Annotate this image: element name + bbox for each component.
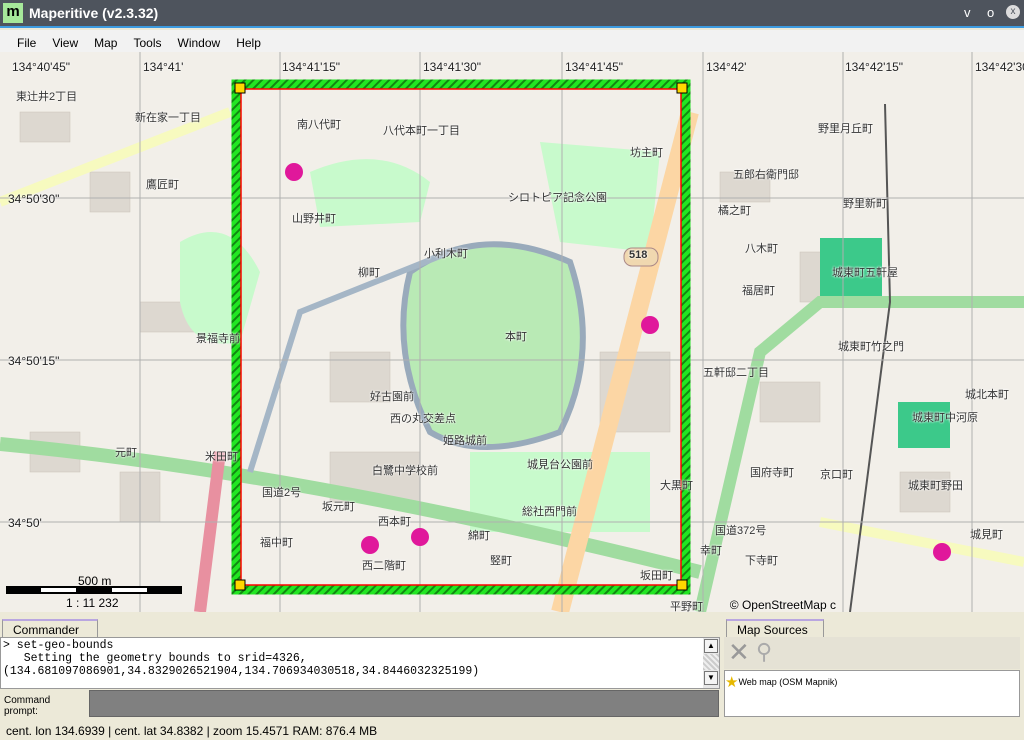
app-icon: m (3, 3, 23, 23)
menu-map[interactable]: Map (94, 36, 117, 50)
attribution[interactable]: © OpenStreetMap c (730, 598, 836, 612)
place-label: 鷹匠町 (146, 179, 179, 191)
place-label: 橘之町 (718, 205, 751, 217)
maximize-button[interactable]: o (987, 5, 994, 20)
commander-scrollbar[interactable]: ▲ ▼ (703, 638, 719, 688)
place-label: 城東町野田 (908, 480, 963, 492)
command-prompt-label: Command prompt: (0, 690, 88, 717)
place-label: 山野井町 (292, 213, 336, 225)
command-prompt-input[interactable] (89, 690, 719, 717)
scroll-up-button[interactable]: ▲ (704, 639, 718, 653)
scale-ratio: 1 : 11 232 (66, 596, 119, 610)
place-label: 綿町 (468, 530, 490, 542)
place-label: 本町 (505, 331, 527, 343)
place-label: 東辻井2丁目 (16, 91, 78, 103)
tab-map-sources[interactable]: Map Sources (726, 619, 824, 637)
window-title: Maperitive (v2.3.32) (29, 5, 159, 21)
lon-label: 134°42' (706, 60, 747, 74)
place-label: 国道2号 (262, 487, 302, 499)
place-label: 坊主町 (630, 147, 663, 159)
place-label: 幸町 (700, 545, 722, 557)
place-label: 好古園前 (370, 391, 414, 403)
place-label: 南八代町 (297, 119, 341, 131)
place-label: 米田町 (205, 451, 238, 463)
lat-label: 34°50'30" (8, 192, 60, 206)
lon-label: 134°41'15" (282, 60, 341, 74)
place-label: 坂元町 (322, 501, 355, 513)
place-label: 城見町 (970, 529, 1003, 541)
scroll-down-button[interactable]: ▼ (704, 671, 718, 685)
lon-label: 134°42'30" (975, 60, 1024, 74)
place-label: 坂田町 (640, 570, 673, 582)
commander-output: > set-geo-bounds Setting the geometry bo… (0, 637, 720, 689)
map-sources-list: ★ Web map (OSM Mapnik) (724, 670, 1020, 717)
place-label: 野里月丘町 (818, 123, 873, 135)
place-label: シロトピア記念公園 (508, 192, 607, 204)
menu-tools[interactable]: Tools (133, 36, 161, 50)
place-label: 小利木町 (424, 248, 468, 260)
place-label: 元町 (115, 447, 137, 459)
remove-icon[interactable]: ✕ (728, 637, 750, 668)
place-label: 西二階町 (362, 560, 406, 572)
output-line: > set-geo-bounds (3, 639, 114, 652)
lon-label: 134°41'45" (565, 60, 624, 74)
place-label: 平野町 (670, 601, 703, 612)
menu-help[interactable]: Help (236, 36, 261, 50)
place-label: 野里新町 (843, 198, 887, 210)
menu-view[interactable]: View (52, 36, 78, 50)
route-shield-label: 518 (629, 249, 648, 261)
close-button[interactable]: x (1006, 5, 1020, 19)
menu-bar: File View Map Tools Window Help (0, 30, 1024, 52)
lat-label: 34°50'15" (8, 354, 60, 368)
lon-label: 134°41'30" (423, 60, 482, 74)
place-label: 白鷺中学校前 (372, 465, 438, 477)
place-label: 八代本町一丁目 (383, 125, 460, 137)
place-label: 福中町 (260, 537, 293, 549)
zoom-icon[interactable]: ⚲ (756, 639, 772, 665)
place-label: 城北本町 (965, 389, 1009, 401)
place-label: 国府寺町 (750, 467, 794, 479)
scale-bar: 500 m 1 : 11 232 (6, 574, 182, 610)
place-label: 八木町 (745, 243, 778, 255)
park-area (180, 232, 260, 344)
place-label: 柳町 (358, 267, 380, 279)
title-bar: m Maperitive (v2.3.32) v o x (0, 0, 1024, 28)
star-icon: ★ (725, 674, 739, 691)
place-label: 姫路城前 (443, 435, 487, 447)
place-label: 五郎右衛門邸 (733, 169, 799, 181)
place-label: 城東町中河原 (912, 412, 978, 424)
place-label: 城見台公園前 (527, 459, 593, 471)
place-label: 景福寺前 (196, 333, 240, 345)
output-line: (134.681097086901,34.8329026521904,134.7… (3, 665, 480, 678)
place-label: 西本町 (378, 516, 411, 528)
map-sources-toolbar: ✕ ⚲ (724, 637, 1020, 669)
place-label: 五軒邸二丁目 (703, 367, 769, 379)
place-label: 城東町竹之門 (838, 341, 904, 353)
map-view[interactable]: 518 134°40'45" 134°41' 134°41'15" 134°41… (0, 52, 1024, 612)
lon-label: 134°42'15" (845, 60, 904, 74)
output-line: Setting the geometry bounds to srid=4326… (3, 652, 307, 665)
map-source-item[interactable]: ★ Web map (OSM Mapnik) (725, 673, 1019, 691)
tab-commander[interactable]: Commander (2, 619, 98, 637)
place-label: 京口町 (820, 469, 853, 481)
place-label: 新在家一丁目 (135, 112, 201, 124)
status-bar: cent. lon 134.6939 | cent. lat 34.8382 |… (6, 724, 378, 738)
minimize-button[interactable]: v (964, 5, 971, 20)
place-label: 国道372号 (715, 525, 767, 537)
place-label: 城東町五軒屋 (832, 267, 898, 279)
place-label: 竪町 (490, 555, 512, 567)
place-label: 下寺町 (745, 555, 778, 567)
map-source-label: Web map (OSM Mapnik) (738, 677, 838, 687)
lon-label: 134°40'45" (12, 60, 71, 74)
place-label: 総社西門前 (522, 506, 577, 518)
lon-label: 134°41' (143, 60, 184, 74)
menu-window[interactable]: Window (178, 36, 221, 50)
place-label: 大黒町 (660, 480, 693, 492)
place-label: 福居町 (742, 285, 775, 297)
place-label: 西の丸交差点 (390, 413, 456, 425)
menu-file[interactable]: File (17, 36, 36, 50)
lat-label: 34°50' (8, 516, 42, 530)
